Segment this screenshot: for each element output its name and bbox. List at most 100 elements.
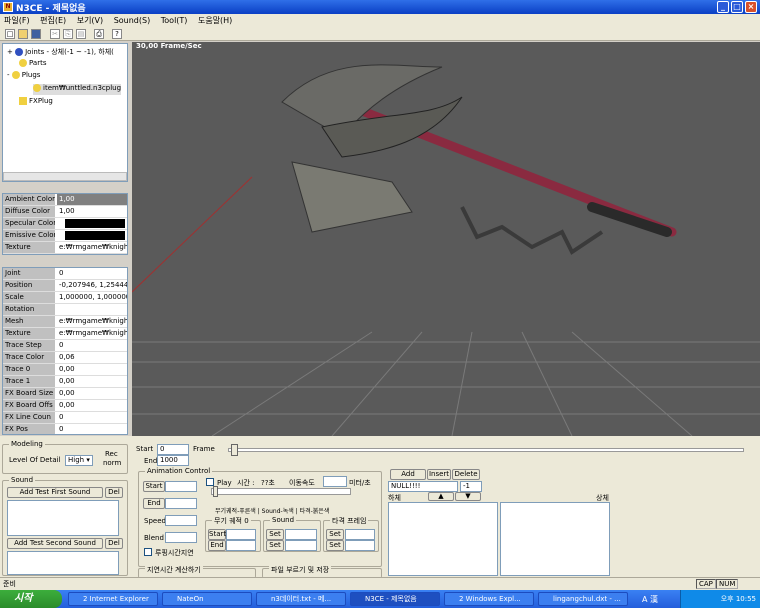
tree-expander[interactable]: +	[7, 48, 13, 56]
prop-value[interactable]: e:₩rmgame₩knighto	[57, 328, 127, 339]
sound-set-1-button[interactable]: Set	[266, 529, 284, 540]
lower-body-event-list[interactable]	[388, 502, 498, 576]
frame-end-input[interactable]: 1000	[157, 455, 189, 466]
new-file-icon[interactable]: □	[5, 29, 15, 39]
frame-slider-thumb[interactable]	[231, 444, 238, 456]
prop-row[interactable]: Position-0,207946, 1,254449, 2	[3, 280, 127, 292]
prop-row[interactable]: Emissive Color	[3, 230, 127, 242]
prop-row[interactable]: FX Board Offs 0,00	[3, 400, 127, 412]
taskbar-item[interactable]: NateOn	[162, 592, 252, 606]
first-sound-list[interactable]	[7, 500, 119, 536]
speed-input[interactable]	[165, 515, 197, 526]
prop-row[interactable]: Texture e:₩rmgame₩knighto	[3, 328, 127, 340]
tree-expander[interactable]: -	[7, 71, 10, 79]
delete-second-sound-button[interactable]: Del	[105, 538, 123, 549]
hit-frame-2-input[interactable]	[345, 540, 375, 551]
anim-start-input[interactable]	[165, 481, 197, 492]
maximize-button[interactable]: □	[731, 1, 743, 13]
prop-value[interactable]: 0	[57, 424, 127, 434]
prop-row[interactable]: Trace Step 0	[3, 340, 127, 352]
paste-icon[interactable]: ▤	[76, 29, 86, 39]
prop-value[interactable]: 0,06	[57, 352, 127, 363]
move-speed-input[interactable]	[323, 476, 347, 487]
event-delete-button[interactable]: Delete	[452, 469, 480, 480]
prop-value[interactable]: 0,00	[57, 376, 127, 387]
weapon-end-button[interactable]: End	[208, 540, 226, 551]
prop-row[interactable]: Joint 0	[3, 268, 127, 280]
lod-select[interactable]: High ▾	[65, 455, 93, 466]
prop-row[interactable]: FX Board Size 0,00	[3, 388, 127, 400]
prop-row[interactable]: Rotation	[3, 304, 127, 316]
3d-viewport[interactable]: 30,00 Frame/Sec	[132, 42, 760, 436]
prop-value[interactable]: 1,00	[57, 206, 127, 217]
window-titlebar[interactable]: N N3CE - 제목없음 _ □ ×	[0, 0, 760, 14]
menu-help[interactable]: 도움말(H)	[194, 14, 236, 27]
copy-icon[interactable]: ⎘	[63, 29, 73, 39]
weapon-end-input[interactable]	[226, 540, 256, 551]
prop-value[interactable]: -0,207946, 1,254449, 2	[57, 280, 127, 291]
input-language-indicator[interactable]: A 漢	[642, 594, 658, 605]
hit-set-1-button[interactable]: Set	[326, 529, 344, 540]
add-second-sound-button[interactable]: Add Test Second Sound	[7, 538, 103, 549]
prop-value[interactable]: 0,00	[57, 388, 127, 399]
cut-icon[interactable]: ✂	[50, 29, 60, 39]
play-checkbox[interactable]	[206, 478, 214, 486]
anim-timeline[interactable]	[211, 488, 351, 495]
print-icon[interactable]: ⎙	[94, 29, 104, 39]
prop-row[interactable]: FX Pos 0	[3, 424, 127, 434]
sound-frame-1-input[interactable]	[285, 529, 317, 540]
prop-value[interactable]: 1,000000, 1,000000, 1,	[57, 292, 127, 303]
sound-frame-2-input[interactable]	[285, 540, 317, 551]
tree-item-parts[interactable]: Parts	[19, 59, 46, 70]
emissive-color-swatch[interactable]	[65, 231, 125, 240]
prop-value[interactable]: 0	[57, 340, 127, 351]
prop-value[interactable]: 0,00	[57, 364, 127, 375]
event-insert-button[interactable]: Insert	[427, 469, 451, 480]
event-index-input[interactable]: -1	[460, 481, 482, 492]
prop-value[interactable]: e:₩rmgame₩knighto	[57, 316, 127, 327]
taskbar-item[interactable]: 2 Windows Expl...	[444, 592, 534, 606]
second-sound-list[interactable]	[7, 551, 119, 575]
specular-color-swatch[interactable]	[65, 219, 125, 228]
loop-delay-checkbox[interactable]	[144, 548, 152, 556]
hit-frame-1-input[interactable]	[345, 529, 375, 540]
minimize-button[interactable]: _	[717, 1, 729, 13]
move-down-button[interactable]: ▼	[455, 492, 481, 501]
prop-row[interactable]: Trace Color 0,06	[3, 352, 127, 364]
hit-set-2-button[interactable]: Set	[326, 540, 344, 551]
menu-view[interactable]: 보기(V)	[73, 14, 107, 27]
prop-value[interactable]: e:₩rmgame₩knight	[57, 242, 127, 253]
prop-value[interactable]: 1,00	[57, 194, 127, 205]
prop-value[interactable]: 0	[57, 412, 127, 423]
scene-tree[interactable]: + Joints - 상체(-1 ~ -1), 하체( Parts - Plug…	[2, 43, 128, 182]
prop-row[interactable]: FX Line Coun 0	[3, 412, 127, 424]
prop-row[interactable]: Mesh e:₩rmgame₩knighto	[3, 316, 127, 328]
prop-row[interactable]: Texture e:₩rmgame₩knight	[3, 242, 127, 254]
event-add-button[interactable]: Add	[390, 469, 426, 480]
menu-file[interactable]: 파일(F)	[0, 14, 34, 27]
help-icon[interactable]: ?	[112, 29, 122, 39]
start-button[interactable]: 시작	[0, 590, 62, 608]
anim-end-input[interactable]	[165, 498, 197, 509]
prop-row[interactable]: Scale1,000000, 1,000000, 1,	[3, 292, 127, 304]
tree-item-joints[interactable]: + Joints - 상체(-1 ~ -1), 하체(	[7, 47, 114, 58]
anim-end-button[interactable]: End	[143, 498, 165, 509]
frame-slider-track[interactable]	[228, 448, 744, 452]
taskbar-item[interactable]: n3데이터.txt - 메...	[256, 592, 346, 606]
weapon-start-input[interactable]	[226, 529, 256, 540]
open-folder-icon[interactable]	[18, 29, 28, 39]
prop-value[interactable]: 0	[57, 268, 127, 279]
weapon-start-button[interactable]: Start	[208, 529, 226, 540]
clock[interactable]: 오후 10:55	[721, 595, 756, 603]
prop-row[interactable]: Ambient Color 1,00	[3, 194, 127, 206]
anim-timeline-thumb[interactable]	[213, 486, 218, 497]
prop-row[interactable]: Trace 1 0,00	[3, 376, 127, 388]
close-button[interactable]: ×	[745, 1, 757, 13]
add-first-sound-button[interactable]: Add Test First Sound	[7, 487, 103, 498]
prop-row[interactable]: Trace 0 0,00	[3, 364, 127, 376]
taskbar-item[interactable]: lingangchul.dxt - ...	[538, 592, 628, 606]
prop-value[interactable]	[57, 304, 127, 315]
menu-sound[interactable]: Sound(S)	[110, 15, 155, 26]
prop-row[interactable]: Diffuse Color 1,00	[3, 206, 127, 218]
tree-horizontal-scrollbar[interactable]	[3, 172, 127, 181]
